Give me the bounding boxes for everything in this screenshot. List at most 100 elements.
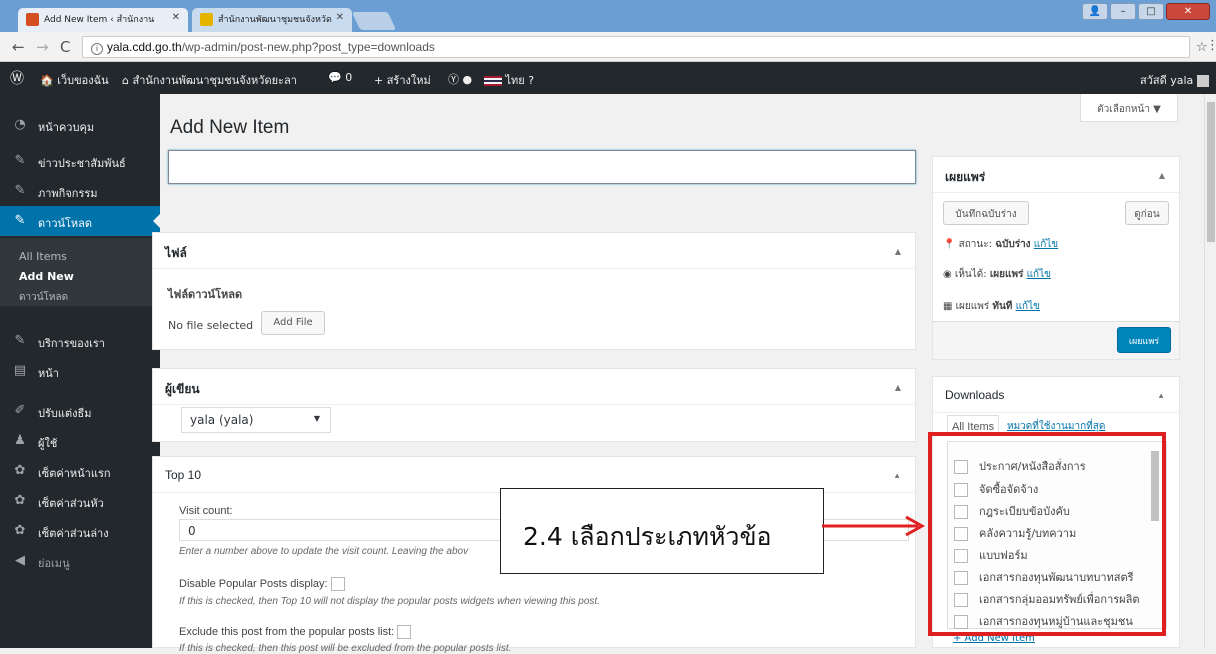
publish-metabox-header[interactable]: เผยแพร่ ▲ (933, 157, 1179, 193)
visit-count-help: Enter a number above to update the visit… (179, 546, 469, 557)
exclude-post-help: If this is checked, then this post will … (179, 643, 512, 654)
screen-options-button[interactable]: ตัวเลือกหน้า ▼ (1080, 94, 1178, 122)
disable-popular-help: If this is checked, then Top 10 will not… (179, 596, 600, 607)
sidebar-collapse[interactable]: ◀ ย่อเมนู (0, 546, 160, 576)
page-title: Add New Item (170, 117, 290, 138)
exclude-post-row: Exclude this post from the popular posts… (179, 625, 412, 639)
sidebar-item-news[interactable]: ✎ ข่าวประชาสัมพันธ์ (0, 146, 160, 176)
thai-flag-icon (484, 76, 502, 86)
minimize-icon[interactable]: – (1110, 3, 1136, 20)
yoast-icon[interactable]: Ⓨ ● (448, 71, 472, 87)
edit-schedule-link[interactable]: แก้ไข (1016, 301, 1040, 312)
author-metabox: ผู้เขียน ▲ yala (yala) ▼ (152, 368, 916, 442)
info-icon[interactable]: i (91, 43, 103, 55)
new-content-link[interactable]: + สร้างใหม่ (374, 71, 431, 89)
toggle-arrow-icon[interactable]: ▲ (893, 471, 901, 480)
submenu-downloads[interactable]: ดาวน์โหลด (19, 290, 68, 305)
sidebar-item-dashboard[interactable]: ◔ หน้าควบคุม (0, 110, 160, 140)
edit-status-link[interactable]: แก้ไข (1034, 239, 1058, 250)
close-tab-icon[interactable]: ✕ (336, 12, 344, 23)
status-row: 📍 สถานะ: ฉบับร่าง แก้ไข (943, 239, 1059, 250)
title-input[interactable] (168, 150, 916, 184)
sidebar-item-header-settings[interactable]: ✿ เซ็ตค่าส่วนหัว (0, 486, 160, 516)
dashboard-icon: ◔ (14, 117, 26, 132)
file-status: No file selected (168, 319, 254, 332)
browser-tab-bar: Add New Item ‹ สำนักงาน ✕ สำนักงานพัฒนาช… (0, 0, 1216, 32)
chevron-down-icon: ▼ (313, 414, 320, 423)
eye-icon: ◉ (943, 269, 952, 280)
sidebar-item-downloads[interactable]: ✎ ดาวน์โหลด (0, 206, 160, 236)
annotation-callout: 2.4 เลือกประเภทหัวข้อ (500, 488, 824, 574)
downloads-submenu: All Items Add New ดาวน์โหลด (0, 238, 160, 306)
language-switch[interactable]: ไทย ? (484, 71, 534, 89)
my-sites-link[interactable]: 🏠 เว็บของฉัน (40, 71, 109, 89)
tab-add-new-item[interactable]: Add New Item ‹ สำนักงาน ✕ (18, 8, 188, 32)
pin-icon: ✎ (14, 213, 26, 228)
maximize-icon[interactable]: □ (1138, 3, 1164, 20)
toggle-arrow-icon[interactable]: ▲ (895, 383, 901, 392)
scrollbar-thumb[interactable] (1207, 102, 1215, 242)
sidebar-item-users[interactable]: ♟ ผู้ใช้ (0, 426, 160, 456)
account-link[interactable]: สวัสดี yala (1140, 71, 1209, 89)
submenu-all-items[interactable]: All Items (19, 250, 67, 263)
file-label: ไฟล์ดาวน์โหลด (168, 288, 243, 301)
forward-icon[interactable]: → (36, 38, 49, 56)
sidebar-item-services[interactable]: ✎ บริการของเรา (0, 326, 160, 356)
brush-icon: ✐ (14, 403, 26, 418)
gear-icon: ✿ (14, 493, 26, 508)
collapse-icon: ◀ (15, 553, 25, 568)
disable-popular-checkbox[interactable] (330, 577, 345, 591)
address-bar: ← → C i yala.cdd.go.th/wp-admin/post-new.… (0, 32, 1216, 62)
visit-count-label: Visit count: (179, 505, 233, 517)
toggle-arrow-icon[interactable]: ▲ (895, 247, 901, 256)
exclude-post-checkbox[interactable] (397, 625, 412, 639)
page-scrollbar[interactable] (1204, 94, 1216, 648)
user-icon: ♟ (14, 433, 26, 448)
close-tab-icon[interactable]: ✕ (172, 12, 180, 23)
edit-visibility-link[interactable]: แก้ไข (1027, 269, 1051, 280)
publish-metabox: เผยแพร่ ▲ บันทึกฉบับร่าง ดูก่อน 📍 สถานะ: … (932, 156, 1180, 360)
downloads-metabox-header[interactable]: Downloads ▲ (933, 377, 1179, 413)
sidebar-item-activities[interactable]: ✎ ภาพกิจกรรม (0, 176, 160, 206)
annotation-arrow-icon (822, 515, 926, 537)
pin-icon: ✎ (14, 153, 26, 168)
preview-button[interactable]: ดูก่อน (1125, 201, 1169, 225)
wordpress-logo-icon[interactable]: Ⓦ (10, 68, 24, 88)
sidebar-item-footer-settings[interactable]: ✿ เซ็ตค่าส่วนล่าง (0, 516, 160, 546)
submenu-add-new[interactable]: Add New (19, 270, 74, 283)
sites-icon: 🏠 (40, 74, 54, 87)
toggle-arrow-icon[interactable]: ▲ (1159, 171, 1165, 180)
site-name-link[interactable]: ⌂ สำนักงานพัฒนาชุมชนจังหวัดยะลา (122, 71, 297, 89)
sidebar-item-customize[interactable]: ✐ ปรับแต่งธีม (0, 396, 160, 426)
close-window-icon[interactable]: ✕ (1166, 3, 1210, 20)
kebab-menu-icon[interactable]: ⋮ (1206, 38, 1216, 53)
calendar-icon: ▦ (943, 301, 953, 312)
avatar (1196, 75, 1209, 87)
wp-admin-bar: Ⓦ 🏠 เว็บของฉัน ⌂ สำนักงานพัฒนาชุมชนจังหว… (0, 62, 1216, 94)
help-icon: ? (528, 74, 535, 87)
publish-button[interactable]: เผยแพร่ (1117, 327, 1171, 353)
lock-favicon-icon (200, 13, 213, 26)
reload-icon[interactable]: C (60, 38, 70, 56)
save-draft-button[interactable]: บันทึกฉบับร่าง (943, 201, 1029, 225)
home-icon: ⌂ (122, 74, 129, 87)
sidebar-item-front-settings[interactable]: ✿ เซ็ตค่าหน้าแรก (0, 456, 160, 486)
gear-icon: ✿ (14, 523, 26, 538)
comment-icon: 💬 (328, 71, 342, 84)
back-icon[interactable]: ← (12, 38, 25, 56)
author-select[interactable]: yala (yala) ▼ (181, 407, 331, 433)
pin-icon: ✎ (14, 183, 26, 198)
url-input[interactable]: i yala.cdd.go.th/wp-admin/post-new.php?po… (82, 36, 1190, 58)
wordpress-favicon-icon (26, 13, 39, 26)
user-icon[interactable]: 👤 (1082, 3, 1108, 20)
author-metabox-header[interactable]: ผู้เขียน ▲ (153, 369, 915, 405)
new-tab-button[interactable] (351, 12, 397, 30)
sidebar-item-pages[interactable]: ▤ หน้า (0, 356, 160, 386)
plus-icon: + (374, 74, 384, 87)
tab-site[interactable]: สำนักงานพัฒนาชุมชนจังหวัด ✕ (192, 8, 352, 32)
file-metabox-header[interactable]: ไฟล์ ▲ (153, 233, 915, 269)
toggle-arrow-icon[interactable]: ▲ (1157, 391, 1165, 400)
comments-link[interactable]: 💬 0 (328, 71, 352, 84)
add-file-button[interactable]: Add File (261, 311, 325, 335)
pin-icon: ✎ (14, 333, 26, 348)
